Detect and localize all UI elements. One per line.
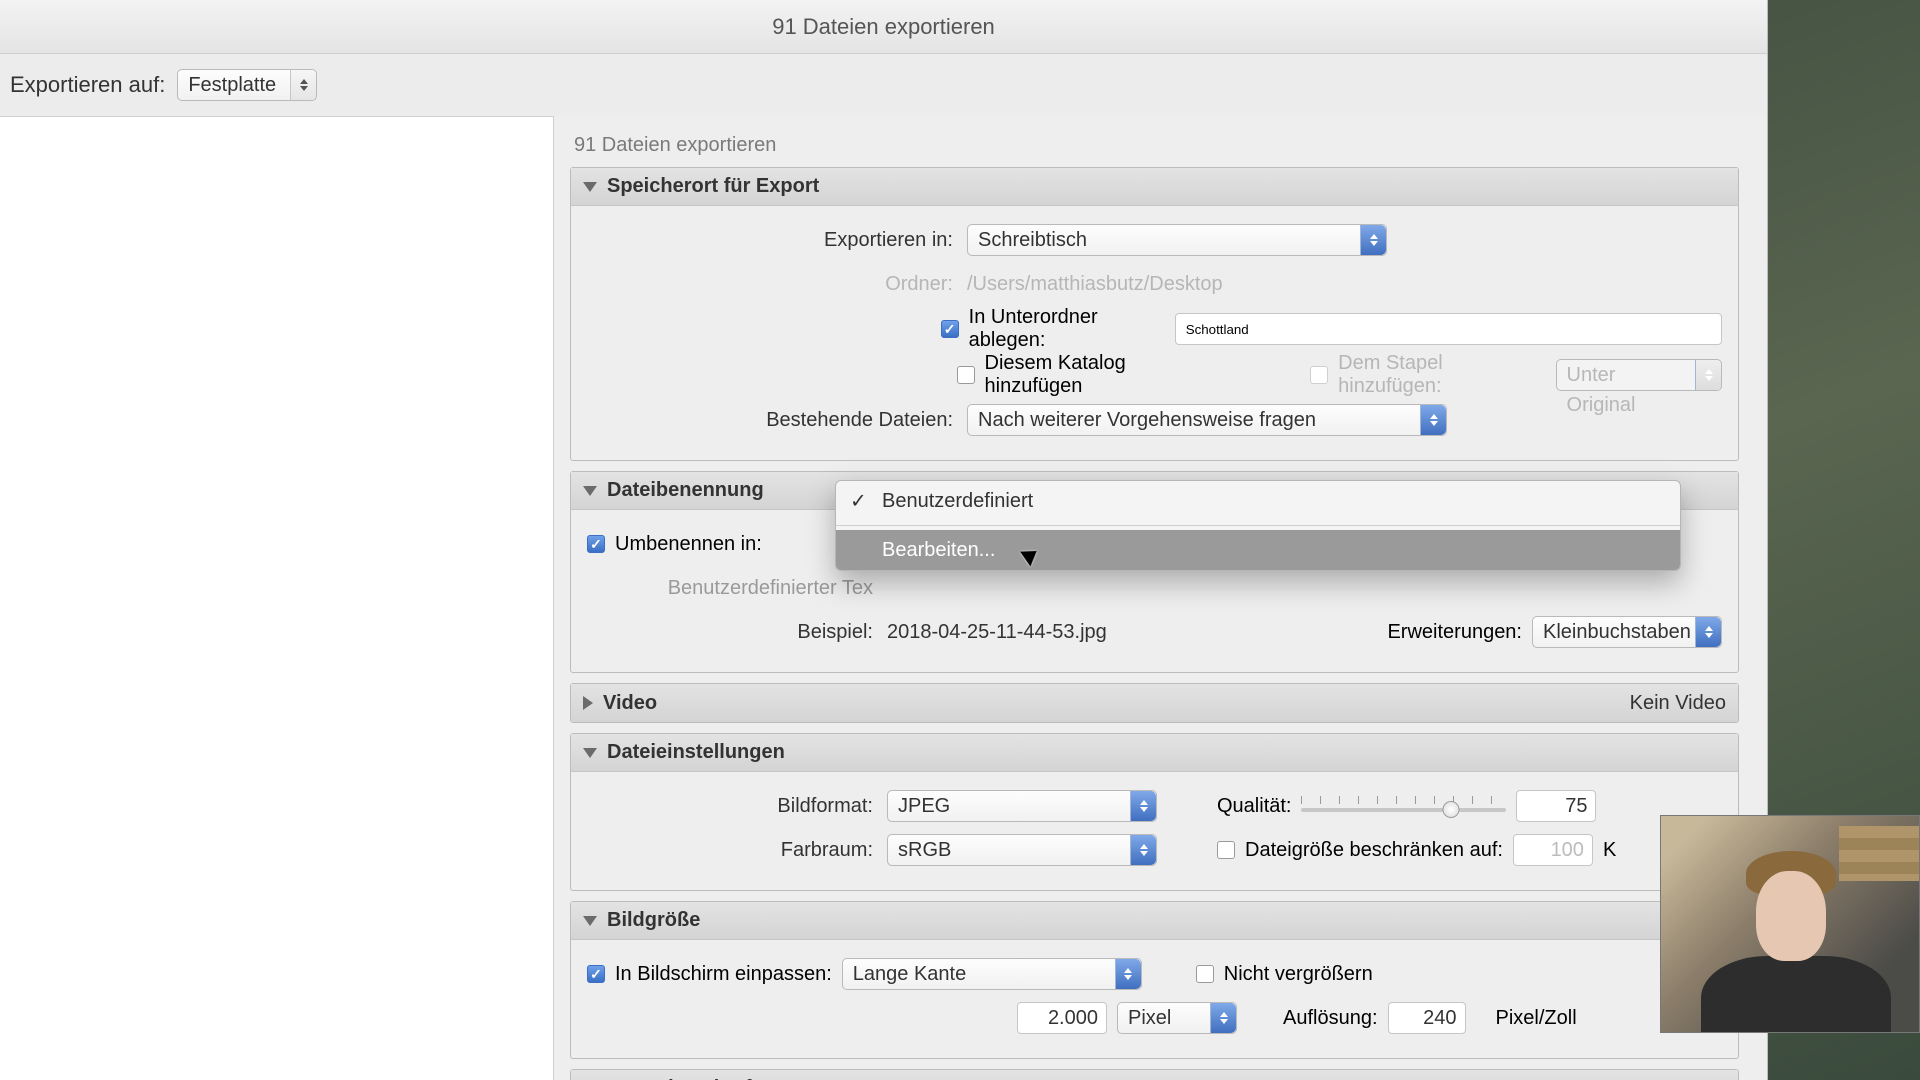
subfolder-checkbox[interactable]	[941, 320, 959, 338]
colorspace-select[interactable]: sRGB	[887, 834, 1157, 866]
existing-files-select[interactable]: Nach weiterer Vorgehensweise fragen	[967, 404, 1447, 436]
updown-icon	[1420, 405, 1446, 435]
export-to-value: Festplatte	[188, 74, 276, 96]
panel-export-location: Speicherort für Export Exportieren in: S…	[570, 167, 1739, 461]
add-catalog-checkbox[interactable]	[957, 366, 975, 384]
panel-file-settings: Dateieinstellungen Bildformat: JPEG Qual…	[570, 733, 1739, 891]
export-to-select[interactable]: Festplatte	[177, 69, 317, 101]
dimension-unit-select[interactable]: Pixel	[1117, 1002, 1237, 1034]
panel-title-video: Video	[603, 692, 657, 715]
limit-size-label: Dateigröße beschränken auf:	[1245, 839, 1503, 862]
panel-head-sharpen[interactable]: Ausgabeschärfe	[571, 1070, 1738, 1080]
checkmark-icon: ✓	[850, 489, 867, 514]
slider-thumb-icon[interactable]	[1443, 801, 1460, 818]
export-in-value: Schreibtisch	[978, 229, 1087, 251]
fit-value: Lange Kante	[853, 963, 966, 985]
dimension-unit-value: Pixel	[1128, 1007, 1171, 1029]
updown-icon	[1210, 1003, 1236, 1033]
quality-input[interactable]	[1516, 790, 1596, 822]
disclosure-right-icon	[583, 696, 593, 710]
panel-title-image-size: Bildgröße	[607, 909, 700, 932]
disclosure-down-icon	[583, 486, 597, 496]
updown-icon	[1115, 959, 1141, 989]
stack-position-select: Unter Original	[1556, 359, 1722, 391]
webcam-overlay	[1660, 815, 1920, 1033]
add-stack-checkbox	[1310, 366, 1328, 384]
colorspace-label: Farbraum:	[587, 839, 877, 862]
export-to-label: Exportieren auf:	[10, 72, 165, 98]
dropdown-item-edit[interactable]: Bearbeiten...	[836, 530, 1680, 570]
updown-icon	[1360, 225, 1386, 255]
folder-label: Ordner:	[587, 273, 957, 296]
rename-checkbox[interactable]	[587, 535, 605, 553]
dropdown-separator	[836, 525, 1680, 526]
subfolder-label: In Unterordner ablegen:	[969, 306, 1165, 352]
existing-files-label: Bestehende Dateien:	[587, 409, 957, 432]
dropdown-item-label: Bearbeiten...	[882, 539, 995, 562]
subfolder-input[interactable]	[1175, 313, 1722, 345]
panel-title-naming: Dateibenennung	[607, 479, 764, 502]
dimension-input[interactable]	[1017, 1002, 1107, 1034]
colorspace-value: sRGB	[898, 839, 951, 861]
fit-checkbox[interactable]	[587, 965, 605, 983]
updown-icon	[1695, 360, 1721, 390]
quality-label: Qualität:	[1217, 795, 1291, 818]
panel-head-video[interactable]: Video Kein Video	[571, 684, 1738, 722]
example-value: 2018-04-25-11-44-53.jpg	[887, 621, 1107, 644]
disclosure-down-icon	[583, 916, 597, 926]
extension-select[interactable]: Kleinbuchstaben	[1532, 616, 1722, 648]
preset-sidebar[interactable]	[0, 116, 554, 1080]
panel-head-image-size[interactable]: Bildgröße	[571, 902, 1738, 940]
format-value: JPEG	[898, 795, 950, 817]
resolution-unit: Pixel/Zoll	[1496, 1007, 1577, 1030]
quality-slider[interactable]	[1301, 794, 1506, 818]
resolution-label: Auflösung:	[1283, 1007, 1378, 1030]
main-panel: 91 Dateien exportieren Speicherort für E…	[554, 116, 1767, 1080]
folder-path: /Users/matthiasbutz/Desktop	[967, 273, 1223, 296]
extension-value: Kleinbuchstaben	[1543, 621, 1691, 643]
video-status: Kein Video	[1630, 692, 1726, 715]
existing-files-value: Nach weiterer Vorgehensweise fragen	[978, 409, 1316, 431]
panel-image-size: Bildgröße In Bildschirm einpassen: Lange…	[570, 901, 1739, 1059]
disclosure-down-icon	[583, 748, 597, 758]
panel-head-file-settings[interactable]: Dateieinstellungen	[571, 734, 1738, 772]
example-label: Beispiel:	[587, 621, 877, 644]
panel-head-location[interactable]: Speicherort für Export	[571, 168, 1738, 206]
rename-label: Umbenennen in:	[615, 533, 762, 556]
limit-size-input[interactable]	[1513, 834, 1593, 866]
content-split: 91 Dateien exportieren Speicherort für E…	[0, 116, 1767, 1080]
export-in-label: Exportieren in:	[587, 229, 957, 252]
dropdown-item-custom[interactable]: ✓ Benutzerdefiniert	[836, 481, 1680, 521]
updown-icon	[1695, 617, 1721, 647]
top-toolbar: Exportieren auf: Festplatte	[0, 54, 1767, 116]
export-in-select[interactable]: Schreibtisch	[967, 224, 1387, 256]
add-stack-label: Dem Stapel hinzufügen:	[1338, 352, 1545, 398]
limit-size-checkbox[interactable]	[1217, 841, 1235, 859]
limit-size-unit: K	[1603, 839, 1616, 862]
add-catalog-label: Diesem Katalog hinzufügen	[985, 352, 1223, 398]
fit-select[interactable]: Lange Kante	[842, 958, 1142, 990]
stack-position-value: Unter Original	[1567, 364, 1636, 416]
rename-template-dropdown[interactable]: ✓ Benutzerdefiniert Bearbeiten...	[835, 480, 1681, 571]
format-label: Bildformat:	[587, 795, 877, 818]
resolution-input[interactable]	[1388, 1002, 1466, 1034]
window-title: 91 Dateien exportieren	[0, 0, 1767, 54]
no-enlarge-label: Nicht vergrößern	[1224, 963, 1373, 986]
subtitle: 91 Dateien exportieren	[574, 134, 1739, 157]
panel-title-file-settings: Dateieinstellungen	[607, 741, 785, 764]
panel-video: Video Kein Video	[570, 683, 1739, 723]
format-select[interactable]: JPEG	[887, 790, 1157, 822]
extension-label: Erweiterungen:	[1387, 621, 1522, 644]
disclosure-down-icon	[583, 182, 597, 192]
no-enlarge-checkbox[interactable]	[1196, 965, 1214, 983]
updown-icon	[290, 70, 316, 100]
fit-label: In Bildschirm einpassen:	[615, 963, 832, 986]
updown-icon	[1130, 791, 1156, 821]
dropdown-item-label: Benutzerdefiniert	[882, 490, 1033, 513]
panel-title-location: Speicherort für Export	[607, 175, 819, 198]
updown-icon	[1130, 835, 1156, 865]
custom-text-label: Benutzerdefinierter Tex	[587, 577, 877, 600]
panel-output-sharpening: Ausgabeschärfe Schärfen für:	[570, 1069, 1739, 1080]
